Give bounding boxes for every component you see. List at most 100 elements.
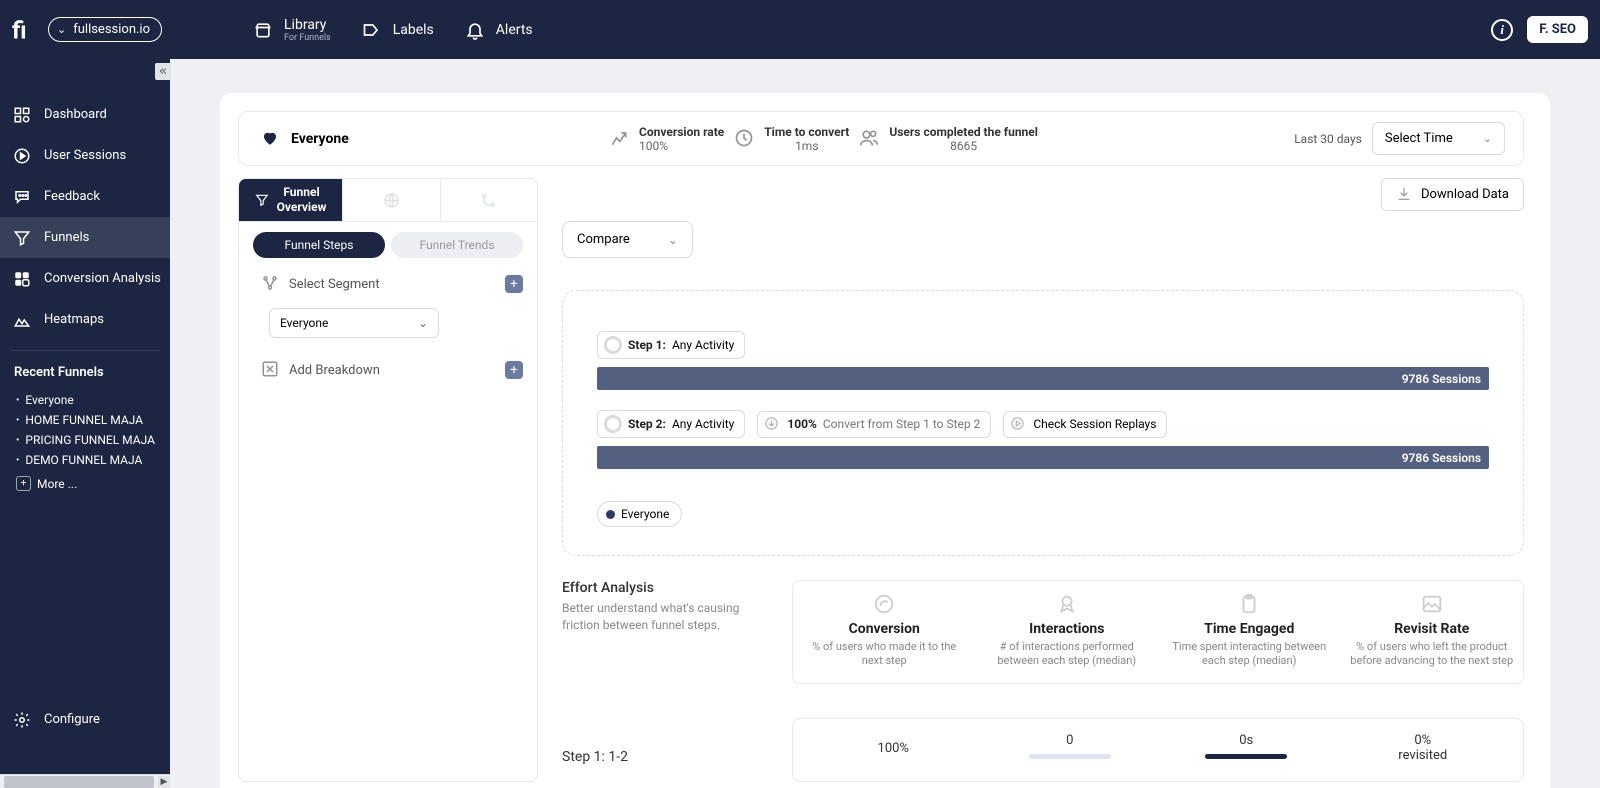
recent-funnel-item[interactable]: •DEMO FUNNEL MAJA: [16, 450, 170, 470]
download-data-button[interactable]: Download Data: [1381, 178, 1524, 211]
select-time-dropdown[interactable]: Select Time ⌄: [1372, 122, 1505, 155]
add-breakdown-button[interactable]: +: [505, 361, 523, 379]
sidebar-item-user-sessions[interactable]: User Sessions: [0, 135, 170, 176]
select-segment-row: Select Segment +: [239, 260, 537, 302]
segment-icon: [261, 274, 281, 294]
image-icon: [1421, 593, 1443, 615]
nav-library[interactable]: Library For Funnels: [252, 17, 331, 43]
segment-name: Everyone: [291, 131, 349, 147]
gear-icon: [12, 710, 32, 730]
scroll-right-icon[interactable]: ▶: [158, 776, 170, 788]
sidebar-item-feedback[interactable]: Feedback: [0, 176, 170, 217]
compare-dropdown[interactable]: Compare ⌄: [562, 221, 693, 258]
chevron-down-icon: ⌄: [418, 316, 428, 330]
sidebar-scrollbar[interactable]: ▶: [0, 774, 170, 788]
globe-icon: [382, 191, 400, 209]
pill-funnel-trends[interactable]: Funnel Trends: [391, 232, 523, 258]
gauge-icon: [873, 593, 895, 615]
effort-values-row: 100% 0 0s 0%revisited: [792, 718, 1524, 782]
site-name: fullsession.io: [73, 22, 150, 37]
kpi-time-to-convert: Time to convert1ms: [730, 125, 849, 153]
sidebar-item-funnels[interactable]: Funnels: [0, 217, 170, 258]
sidebar-item-label: User Sessions: [44, 148, 126, 163]
chevron-down-icon: ⌄: [668, 233, 678, 247]
effort-col-interactions: Interactions # of interactions performed…: [976, 581, 1159, 683]
brand-logo: fi: [12, 15, 42, 45]
nav-alerts[interactable]: Alerts: [464, 19, 533, 41]
topbar: fi ⌄ fullsession.io Library For Funnels …: [0, 0, 1600, 59]
puzzle-icon: [12, 269, 32, 289]
effort-val-time: 0s: [1158, 733, 1335, 763]
kpi-conversion-rate: Conversion rate100%: [605, 125, 724, 153]
funnel-icon: [255, 193, 269, 207]
flow-icon: [480, 191, 498, 209]
bell-icon: [464, 19, 486, 41]
effort-col-conversion: Conversion % of users who made it to the…: [793, 581, 976, 683]
sidebar-item-heatmaps[interactable]: Heatmaps: [0, 299, 170, 340]
recent-funnel-item[interactable]: •Everyone: [16, 390, 170, 410]
step-2-convert-chip[interactable]: 100% Convert from Step 1 to Step 2: [757, 411, 991, 438]
nav-labels[interactable]: Labels: [361, 19, 434, 41]
tab-secondary-1[interactable]: [343, 179, 441, 221]
pill-funnel-steps[interactable]: Funnel Steps: [253, 232, 385, 258]
sidebar-item-label: Funnels: [44, 230, 89, 245]
sidebar-item-label: Heatmaps: [44, 312, 104, 327]
users-icon: [859, 128, 881, 150]
grid-icon: [12, 105, 32, 125]
step-2-chip[interactable]: Step 2: Any Activity: [597, 410, 745, 438]
tag-icon: [361, 19, 383, 41]
legend-everyone[interactable]: Everyone: [597, 501, 682, 527]
recent-funnel-item[interactable]: •PRICING FUNNEL MAJA: [16, 430, 170, 450]
collapse-sidebar[interactable]: «: [155, 63, 171, 80]
tab-secondary-2[interactable]: [441, 179, 538, 221]
scrollbar-thumb[interactable]: [4, 776, 154, 788]
segment-indicator[interactable]: Everyone: [261, 129, 349, 149]
breakdown-icon: [261, 360, 281, 380]
check-replays-chip[interactable]: Check Session Replays: [1003, 411, 1167, 438]
info-icon[interactable]: i: [1491, 19, 1513, 41]
nav-library-label: Library: [284, 17, 331, 33]
effort-title: Effort Analysis: [562, 580, 772, 596]
heatmap-icon: [12, 310, 32, 330]
nav-labels-label: Labels: [393, 22, 434, 38]
recent-more[interactable]: + More ...: [0, 470, 170, 491]
svg-text:fi: fi: [12, 17, 27, 43]
sidebar-item-label: Conversion Analysis: [44, 271, 161, 286]
site-selector[interactable]: ⌄ fullsession.io: [48, 17, 162, 42]
sidebar-item-conversion-analysis[interactable]: Conversion Analysis: [0, 258, 170, 299]
user-menu[interactable]: F. SEO: [1527, 16, 1588, 43]
effort-col-time-engaged: Time Engaged Time spent interacting betw…: [1158, 581, 1341, 683]
effort-val-revisit: 0%revisited: [1335, 733, 1512, 763]
legend-dot-icon: [606, 510, 615, 519]
download-icon: [1396, 186, 1413, 203]
play-circle-icon: [1010, 416, 1027, 433]
sidebar-item-dashboard[interactable]: Dashboard: [0, 94, 170, 135]
play-circle-icon: [12, 146, 32, 166]
segment-dropdown[interactable]: Everyone ⌄: [269, 308, 439, 338]
sidebar-item-label: Configure: [44, 712, 100, 727]
clock-icon: [734, 128, 756, 150]
step-2-bar[interactable]: 9786 Sessions: [597, 446, 1489, 469]
funnel-panel: Everyone Conversion rate100% Time to con…: [220, 93, 1550, 788]
chevron-down-icon: ⌄: [1483, 132, 1492, 145]
chart-up-icon: [609, 128, 631, 150]
step-1-bar[interactable]: 9786 Sessions: [597, 367, 1489, 390]
kpi-row: Everyone Conversion rate100% Time to con…: [238, 111, 1524, 166]
box-icon: [252, 19, 274, 41]
recent-funnel-item[interactable]: •HOME FUNNEL MAJA: [16, 410, 170, 430]
effort-val-conversion: 100%: [805, 733, 982, 763]
funnel-steps-chart: Step 1: Any Activity 9786 Sessions Step …: [562, 290, 1524, 556]
main-area: Everyone Conversion rate100% Time to con…: [170, 59, 1600, 788]
effort-val-interactions: 0: [982, 733, 1159, 763]
add-segment-button[interactable]: +: [505, 275, 523, 293]
sidebar: « Dashboard User Sessions Feedback Funne…: [0, 59, 170, 788]
badge-icon: [1056, 593, 1078, 615]
step-1-chip[interactable]: Step 1: Any Activity: [597, 331, 745, 359]
sidebar-item-configure[interactable]: Configure: [0, 699, 170, 740]
nav-library-sub: For Funnels: [284, 33, 331, 43]
tab-funnel-overview[interactable]: FunnelOverview: [239, 179, 343, 221]
effort-step-label: Step 1: 1-2: [562, 749, 772, 765]
date-range-label: Last 30 days: [1294, 132, 1362, 146]
chat-icon: [12, 187, 32, 207]
arrow-down-circle-icon: [764, 416, 781, 433]
